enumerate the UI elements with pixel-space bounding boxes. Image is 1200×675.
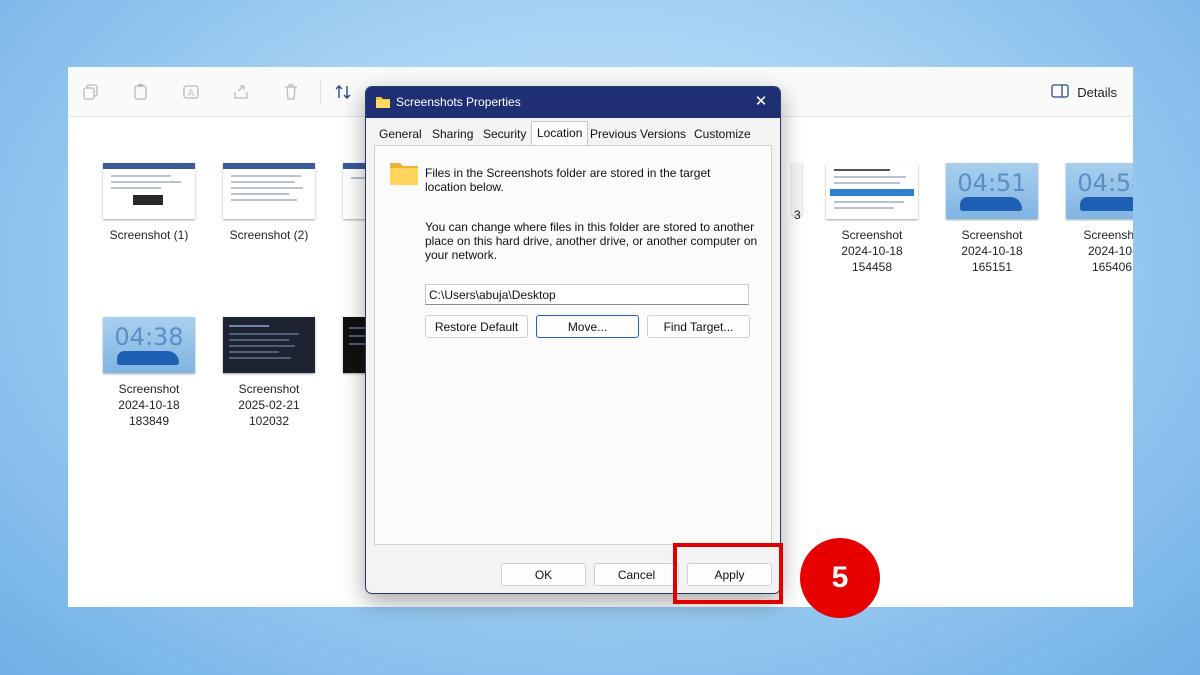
file-item[interactable]: 04:51 Screenshot 2024-10-18 165151 — [932, 163, 1052, 275]
location-info-line-2: location below. — [425, 180, 504, 194]
file-name: 3 — [794, 208, 801, 222]
file-name: Screenshot 2024-10-18 165151 — [961, 228, 1023, 274]
details-button[interactable]: Details — [1051, 81, 1117, 103]
svg-text:A: A — [188, 89, 195, 99]
file-name: Screenshot 2025-02-21 102032 — [238, 382, 300, 428]
step-number-badge: 5 — [800, 538, 880, 618]
folder-icon — [389, 160, 419, 191]
tab-sharing[interactable]: Sharing — [427, 123, 478, 145]
dialog-title: Screenshots Properties — [396, 95, 521, 109]
file-thumbnail: 04:38 — [103, 317, 195, 373]
find-target-button[interactable]: Find Target... — [647, 315, 750, 338]
tab-location[interactable]: Location — [531, 121, 589, 145]
details-label: Details — [1077, 84, 1117, 100]
file-thumbnail: 04:54 — [1066, 163, 1133, 219]
file-name: Screenshot (2) — [229, 228, 309, 242]
file-thumbnail: 04:51 — [946, 163, 1038, 219]
share-icon[interactable] — [230, 81, 252, 103]
location-info-line-1: Files in the Screenshots folder are stor… — [425, 166, 711, 180]
tab-customize[interactable]: Customize — [689, 123, 756, 145]
file-item[interactable]: Screenshot 2024-10-18 154458 — [812, 163, 932, 275]
location-tab-panel: Files in the Screenshots folder are stor… — [374, 145, 772, 545]
location-description-line-1: You can change where files in this folde… — [425, 220, 755, 234]
file-name: Screenshot (1) — [109, 228, 189, 242]
sort-icon[interactable] — [333, 81, 355, 103]
target-path-input[interactable] — [425, 284, 749, 305]
dialog-titlebar: Screenshots Properties ✕ — [366, 87, 780, 118]
move-button[interactable]: Move... — [536, 315, 639, 338]
delete-icon[interactable] — [280, 81, 302, 103]
file-item[interactable]: Screenshot (2) — [209, 163, 329, 243]
file-item[interactable]: 04:38 Screenshot 2024-10-18 183849 — [89, 317, 209, 429]
tab-security[interactable]: Security — [478, 123, 531, 145]
file-item[interactable]: Screenshot 2025-02-21 102032 — [209, 317, 329, 429]
file-item[interactable]: Screenshot (1) — [89, 163, 209, 243]
paste-icon[interactable] — [130, 81, 152, 103]
file-thumbnail — [223, 163, 315, 219]
ok-button[interactable]: OK — [501, 563, 586, 586]
file-name: Screenshot 2024-10-18 154458 — [841, 228, 903, 274]
file-name: Screenshot 2024-10-18 183849 — [118, 382, 180, 428]
location-description-line-3: your network. — [425, 248, 498, 262]
file-name: Screensho 2024-10- 165406 — [1083, 228, 1133, 274]
file-item[interactable]: 04:54 Screensho 2024-10- 165406 — [1052, 163, 1133, 275]
rename-icon[interactable]: A — [180, 81, 202, 103]
folder-icon — [375, 95, 391, 114]
cancel-button[interactable]: Cancel — [594, 563, 679, 586]
file-thumbnail — [103, 163, 195, 219]
details-pane-icon — [1051, 83, 1069, 101]
location-description-line-2: place on this hard drive, another drive,… — [425, 234, 758, 248]
restore-default-button[interactable]: Restore Default — [425, 315, 528, 338]
close-icon[interactable]: ✕ — [751, 92, 771, 112]
file-thumbnail — [826, 163, 918, 219]
properties-dialog: Screenshots Properties ✕ General Sharing… — [365, 86, 781, 594]
tab-general[interactable]: General — [374, 123, 427, 145]
copy-icon[interactable] — [80, 81, 102, 103]
tab-previous-versions[interactable]: Previous Versions — [585, 123, 691, 145]
file-thumbnail — [223, 317, 315, 373]
toolbar-separator — [320, 79, 321, 105]
apply-highlight-box — [673, 543, 783, 604]
